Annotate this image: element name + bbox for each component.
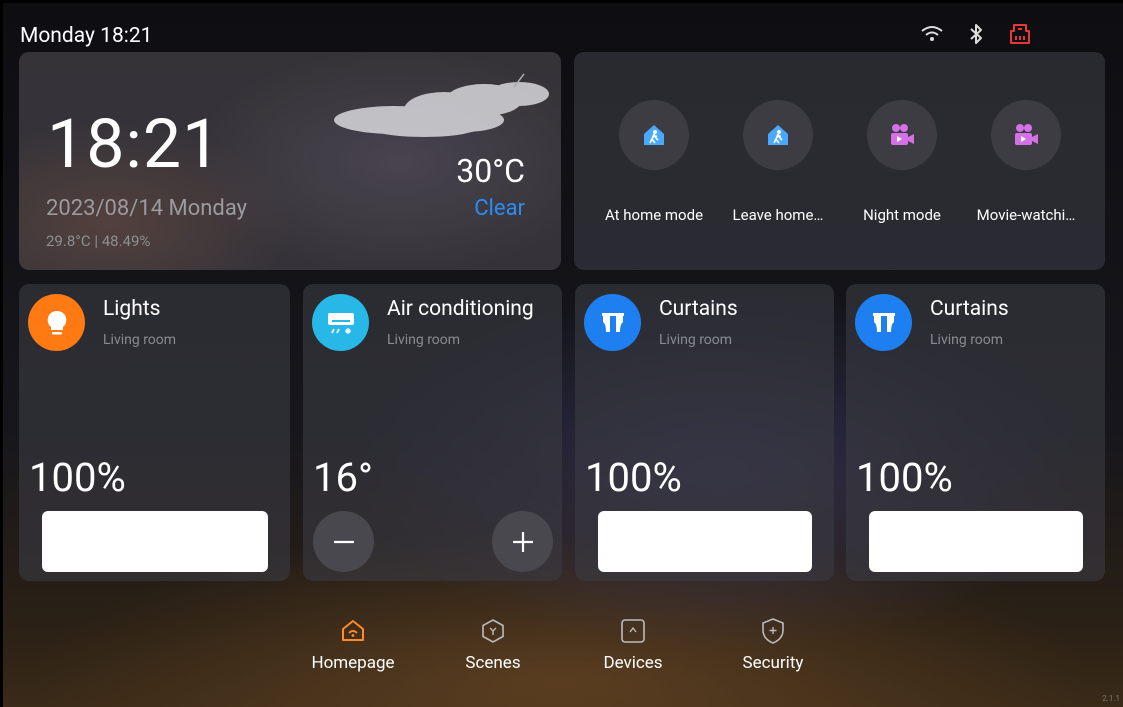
brightness-slider[interactable] xyxy=(42,511,268,572)
scenes-icon xyxy=(423,615,563,647)
decrease-temperature-button[interactable] xyxy=(313,511,374,572)
air-conditioner-icon xyxy=(312,294,369,351)
scene-night[interactable]: Night mode xyxy=(840,100,964,224)
scene-label: Movie-watchi… xyxy=(976,206,1076,224)
scene-at-home[interactable]: At home mode xyxy=(592,100,716,224)
weather-card[interactable]: 18:21 2023/08/14 Monday 29.8°C | 48.49% … xyxy=(19,52,561,270)
device-card-air-conditioning[interactable]: Air conditioning Living room 16° xyxy=(303,284,562,581)
curtain-icon xyxy=(584,294,641,351)
device-value: 100% xyxy=(29,454,126,501)
device-value: 100% xyxy=(856,454,953,501)
outdoor-temperature: 30°C xyxy=(456,152,525,190)
status-icons xyxy=(920,22,1032,46)
nav-homepage[interactable]: Homepage xyxy=(283,615,423,673)
clock-date: 2023/08/14 Monday xyxy=(46,196,248,221)
nav-label: Scenes xyxy=(465,653,521,673)
video-camera-icon xyxy=(867,100,937,170)
nav-devices[interactable]: Devices xyxy=(563,615,703,673)
nav-label: Homepage xyxy=(311,653,395,673)
device-room: Living room xyxy=(387,332,461,348)
network-alert-icon xyxy=(1008,22,1032,46)
device-value: 16° xyxy=(313,454,373,501)
wifi-icon xyxy=(920,24,944,44)
curtain-slider[interactable] xyxy=(598,511,812,572)
device-room: Living room xyxy=(659,332,733,348)
scenes-card: At home mode Leave home… Night mode Movi… xyxy=(574,52,1105,270)
device-card-lights[interactable]: Lights Living room 100% xyxy=(19,284,290,581)
scene-label: At home mode xyxy=(604,206,704,224)
shield-icon xyxy=(703,615,843,647)
device-room: Living room xyxy=(930,332,1004,348)
device-name: Curtains xyxy=(930,297,1009,321)
nav-security[interactable]: Security xyxy=(703,615,843,673)
curtain-icon xyxy=(855,294,912,351)
plus-icon xyxy=(512,531,533,552)
status-time: Monday 18:21 xyxy=(20,24,153,48)
video-camera-icon xyxy=(991,100,1061,170)
scene-label: Leave home… xyxy=(732,206,824,224)
device-name: Air conditioning xyxy=(387,297,534,321)
increase-temperature-button[interactable] xyxy=(492,511,553,572)
bluetooth-icon xyxy=(968,23,984,45)
scene-movie[interactable]: Movie-watchi… xyxy=(964,100,1088,224)
device-name: Lights xyxy=(103,297,161,321)
weather-condition: Clear xyxy=(474,196,525,221)
version-label: 2.1.1 xyxy=(1102,694,1120,703)
nav-label: Security xyxy=(742,653,804,673)
cloud-icon xyxy=(324,72,561,166)
device-value: 100% xyxy=(585,454,682,501)
minus-icon xyxy=(333,540,354,543)
nav-scenes[interactable]: Scenes xyxy=(423,615,563,673)
home-walk-icon xyxy=(619,100,689,170)
bulb-icon xyxy=(28,294,85,351)
scene-leave-home[interactable]: Leave home… xyxy=(716,100,840,224)
device-card-curtains-1[interactable]: Curtains Living room 100% xyxy=(575,284,834,581)
device-card-curtains-2[interactable]: Curtains Living room 100% xyxy=(846,284,1105,581)
device-name: Curtains xyxy=(659,297,738,321)
home-icon xyxy=(283,615,423,647)
indoor-climate: 29.8°C | 48.49% xyxy=(46,232,151,250)
home-walk-icon xyxy=(743,100,813,170)
nav-label: Devices xyxy=(603,653,663,673)
device-room: Living room xyxy=(103,332,177,348)
curtain-slider[interactable] xyxy=(869,511,1083,572)
devices-icon xyxy=(563,615,703,647)
clock-time: 18:21 xyxy=(47,104,222,184)
scene-label: Night mode xyxy=(863,206,941,224)
